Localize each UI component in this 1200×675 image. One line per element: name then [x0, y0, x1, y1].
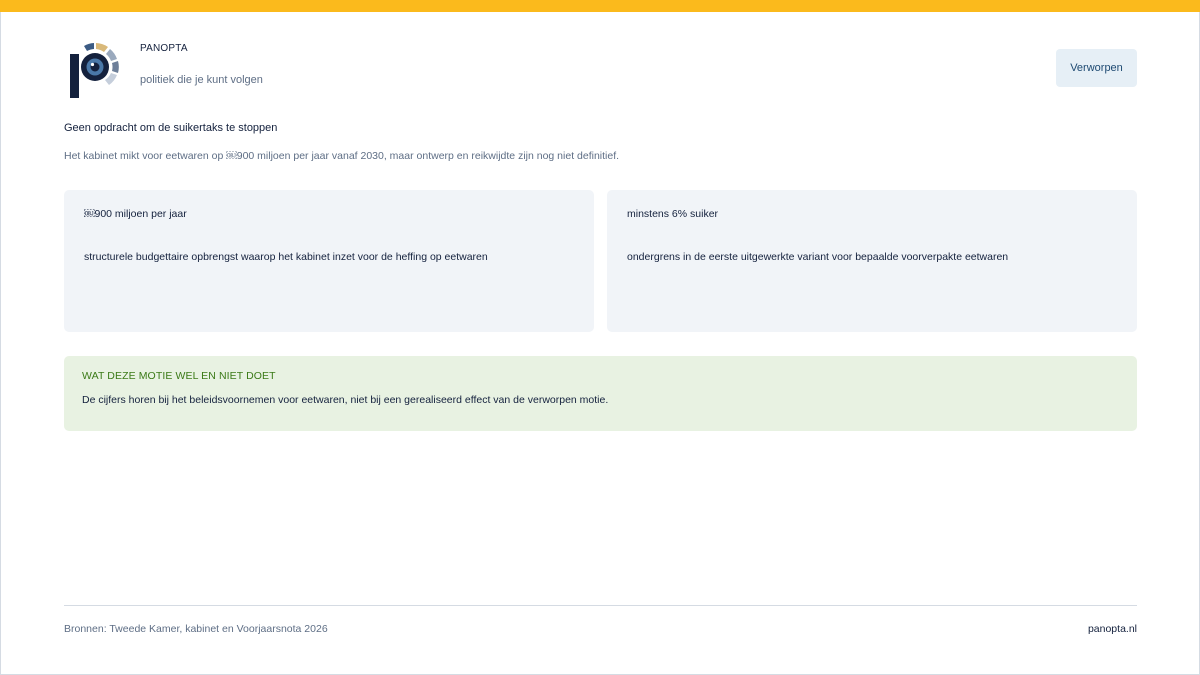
fact-card-sugar-threshold: minstens 6% suiker ondergrens in de eers…: [607, 190, 1137, 332]
fact-card-value: ￼900 miljoen per jaar: [84, 208, 187, 220]
motion-explanation-note: WAT DEZE MOTIE WEL EN NIET DOET De cijfe…: [64, 356, 1137, 431]
brand-tagline: politiek die je kunt volgen: [140, 74, 263, 86]
panopta-eye-logo-icon: [68, 40, 122, 100]
accent-top-bar: [0, 0, 1200, 12]
page-subtitle: Het kabinet mikt voor eetwaren op ￼900 m…: [64, 150, 620, 162]
fact-card-value: minstens 6% suiker: [627, 208, 719, 220]
note-body: De cijfers horen bij het beleidsvoorneme…: [82, 394, 609, 406]
brand-name: PANOPTA: [140, 43, 188, 54]
page-frame: [0, 0, 1200, 675]
footer-site-link[interactable]: panopta.nl: [1088, 623, 1137, 635]
status-badge: Verworpen: [1056, 49, 1137, 87]
fact-card-description: ondergrens in de eerste uitgewerkte vari…: [627, 251, 1009, 263]
fact-card-revenue: ￼900 miljoen per jaar structurele budget…: [64, 190, 594, 332]
page-title: Geen opdracht om de suikertaks te stoppe…: [64, 122, 278, 134]
note-title: WAT DEZE MOTIE WEL EN NIET DOET: [82, 370, 276, 382]
footer-divider: [64, 605, 1137, 606]
fact-card-description: structurele budgettaire opbrengst waarop…: [84, 251, 488, 263]
footer-sources: Bronnen: Tweede Kamer, kabinet en Voorja…: [64, 623, 328, 635]
